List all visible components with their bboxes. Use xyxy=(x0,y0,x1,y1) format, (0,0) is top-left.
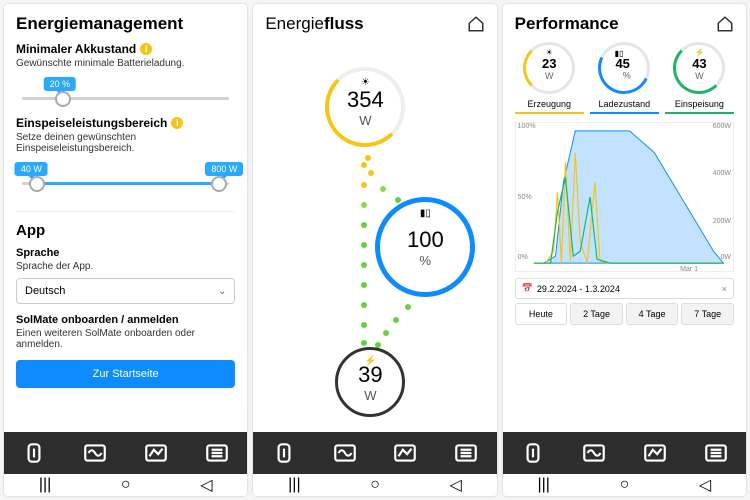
battery-value: 100 xyxy=(407,227,444,253)
android-nav: ||| ○ ◁ xyxy=(253,474,496,496)
plug-icon: ⚡ xyxy=(694,48,704,57)
min-battery-badge: 20 % xyxy=(44,77,77,91)
nav-battery-icon[interactable] xyxy=(503,432,564,474)
home-icon[interactable] xyxy=(467,15,485,33)
date-range-value: 29.2.2024 - 1.3.2024 xyxy=(537,284,620,294)
android-nav: ||| ○ ◁ xyxy=(4,474,247,496)
nav-battery-icon[interactable] xyxy=(4,432,65,474)
performance-chart[interactable]: 100% 50% 0% 600W 400W 200W 0W Mar 1 xyxy=(515,122,734,272)
language-desc: Sprache der App. xyxy=(16,261,235,272)
metric-einspeisung[interactable]: ⚡43W Einspeisung xyxy=(665,42,734,114)
metric-label: Erzeugung xyxy=(515,96,584,114)
back-icon[interactable]: ◁ xyxy=(200,475,212,495)
metric-ladezustand[interactable]: ▮▯45% Ladezustand xyxy=(590,42,659,114)
performance-screen: Performance ☀23W Erzeugung ▮▯45% Ladezus… xyxy=(503,4,746,496)
solar-value: 354 xyxy=(347,87,384,113)
solar-unit: W xyxy=(359,113,371,128)
android-nav: ||| ○ ◁ xyxy=(503,474,746,496)
info-icon[interactable]: i xyxy=(171,117,183,129)
feed-low-badge: 40 W xyxy=(15,162,48,176)
range-4tage[interactable]: 4 Tage xyxy=(626,303,679,325)
settings-screen: Energiemanagement Minimaler Akkustand i … xyxy=(4,4,247,496)
nav-chart-icon[interactable] xyxy=(126,432,187,474)
page-title: Performance xyxy=(515,14,619,34)
range-7tage[interactable]: 7 Tage xyxy=(681,303,734,325)
back-icon[interactable]: ◁ xyxy=(450,475,462,495)
home-icon[interactable]: ○ xyxy=(620,476,630,494)
nav-menu-icon[interactable] xyxy=(685,432,746,474)
date-range-picker[interactable]: 📅 29.2.2024 - 1.3.2024 × xyxy=(515,278,734,299)
language-label: Sprache xyxy=(16,247,235,259)
nav-menu-icon[interactable] xyxy=(186,432,247,474)
calendar-icon: 📅 xyxy=(522,283,533,294)
bottom-nav xyxy=(253,432,496,474)
home-button[interactable]: Zur Startseite xyxy=(16,360,235,388)
home-icon[interactable]: ○ xyxy=(370,476,380,494)
onboard-label: SolMate onboarden / anmelden xyxy=(16,314,235,326)
language-select[interactable]: Deutsch ⌄ xyxy=(16,278,235,304)
range-heute[interactable]: Heute xyxy=(515,303,568,325)
feed-high-badge: 800 W xyxy=(205,162,243,176)
onboard-desc: Einen weiteren SolMate onboarden oder an… xyxy=(16,328,235,350)
range-2tage[interactable]: 2 Tage xyxy=(570,303,623,325)
page-title: Energiemanagement xyxy=(16,14,183,34)
feed-unit: W xyxy=(364,388,376,403)
nav-menu-icon[interactable] xyxy=(436,432,497,474)
nav-wave-icon[interactable] xyxy=(563,432,624,474)
feed-range-label: Einspeiseleistungsbereich i xyxy=(16,116,235,130)
nav-battery-icon[interactable] xyxy=(253,432,314,474)
sun-icon: ☀ xyxy=(546,48,553,57)
min-battery-label: Minimaler Akkustand i xyxy=(16,42,235,56)
feed-range-slider[interactable]: 40 W 800 W xyxy=(16,164,235,201)
back-icon[interactable]: ◁ xyxy=(699,475,711,495)
chevron-down-icon: ⌄ xyxy=(218,286,226,297)
close-icon[interactable]: × xyxy=(722,284,727,294)
nav-wave-icon[interactable] xyxy=(314,432,375,474)
app-section-title: App xyxy=(16,222,235,239)
recent-apps-icon[interactable]: ||| xyxy=(39,476,51,494)
sun-icon: ☀ xyxy=(361,77,370,88)
solar-node[interactable]: ☀ 354 W xyxy=(325,67,405,147)
nav-chart-icon[interactable] xyxy=(375,432,436,474)
info-icon[interactable]: i xyxy=(140,43,152,55)
metric-label: Ladezustand xyxy=(590,96,659,114)
metric-erzeugung[interactable]: ☀23W Erzeugung xyxy=(515,42,584,114)
bottom-nav xyxy=(503,432,746,474)
home-icon[interactable] xyxy=(716,15,734,33)
bottom-nav xyxy=(4,432,247,474)
battery-node[interactable]: ▮▯ 100 % xyxy=(375,197,475,297)
feed-range-desc: Setze deinen gewünschten Einspeiseleistu… xyxy=(16,132,235,154)
page-title: Energiefluss xyxy=(265,14,363,34)
min-battery-desc: Gewünschte minimale Batterieladung. xyxy=(16,58,235,69)
recent-apps-icon[interactable]: ||| xyxy=(537,476,549,494)
battery-unit: % xyxy=(420,253,432,268)
language-value: Deutsch xyxy=(25,285,65,297)
metric-label: Einspeisung xyxy=(665,96,734,114)
nav-chart-icon[interactable] xyxy=(624,432,685,474)
x-axis-label: Mar 1 xyxy=(680,266,698,273)
range-buttons: Heute 2 Tage 4 Tage 7 Tage xyxy=(515,303,734,325)
recent-apps-icon[interactable]: ||| xyxy=(288,476,300,494)
feed-node[interactable]: ⚡ 39 W xyxy=(335,347,405,417)
min-battery-slider[interactable]: 20 % xyxy=(16,79,235,116)
nav-wave-icon[interactable] xyxy=(65,432,126,474)
battery-icon: ▮▯ xyxy=(420,208,431,219)
home-icon[interactable]: ○ xyxy=(121,476,131,494)
energy-flow-screen: Energiefluss ☀ 354 W ▮▯ 100 % xyxy=(253,4,496,496)
plug-icon: ⚡ xyxy=(364,356,376,367)
